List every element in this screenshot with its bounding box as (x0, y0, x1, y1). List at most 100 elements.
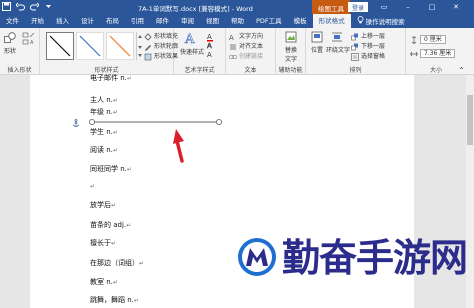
window-controls: ▭ – □ ✕ (372, 0, 468, 14)
width-icon (410, 50, 418, 58)
shape-gallery-icons[interactable]: A (22, 32, 36, 52)
send-backward-button[interactable]: 下移一层 (351, 41, 385, 51)
shape-width-field[interactable]: 7.36 厘米 (410, 48, 456, 58)
arrange-group-label: 排列 (349, 67, 362, 74)
doc-line-4: 学生 n.↵ (90, 127, 118, 137)
group-size: 0 厘米 7.36 厘米 大小 ^ (406, 28, 466, 75)
tab-insert[interactable]: 插入 (50, 14, 75, 28)
doc-line-7: ↵ (90, 182, 95, 190)
tab-review[interactable]: 审阅 (175, 14, 200, 28)
group-text: A 文字方向 对齐文本 创建链接 文本 (226, 28, 276, 75)
align-text-label: 对齐文本 (239, 43, 264, 50)
doc-line-1: 电子邮件 n.↵ (90, 73, 132, 83)
position-button[interactable]: 位置 (309, 31, 325, 54)
redo-icon[interactable] (30, 2, 40, 11)
alt-text-label-1: 替换 (284, 47, 297, 54)
paragraph-mark: ↵ (112, 109, 118, 116)
selection-pane-label: 选择窗格 (361, 53, 386, 60)
quick-styles-button[interactable]: A 快速样式 (180, 31, 205, 56)
alt-text-icon (285, 31, 297, 45)
doc-line-12-text: 教室 n. (90, 278, 113, 286)
bring-forward-button[interactable]: 上移一层 (351, 31, 385, 41)
style-thumb-1[interactable] (46, 32, 74, 60)
tab-shape-format[interactable]: 形状格式 (312, 14, 351, 28)
insert-shapes-group-label: 插入形状 (7, 67, 32, 74)
style-gallery-scroll[interactable] (136, 32, 142, 60)
customize-qat-icon[interactable] (44, 2, 53, 11)
text-fill-icons[interactable]: AAA (206, 32, 220, 59)
paragraph-mark: ↵ (126, 166, 132, 173)
quick-styles-label: 快速样式 (180, 49, 205, 56)
bring-forward-icon (351, 33, 359, 41)
minimize-icon[interactable]: – (396, 0, 420, 14)
tab-view[interactable]: 视图 (200, 14, 225, 28)
text-direction-button[interactable]: A 文字方向 (229, 31, 264, 42)
wrap-text-icon (331, 32, 343, 45)
tab-help[interactable]: 帮助 (225, 14, 250, 28)
size-group-label: 大小 (429, 67, 442, 74)
alt-text-button[interactable]: 替换 文字 (280, 31, 302, 63)
accessibility-group-label: 辅助功能 (278, 67, 303, 74)
doc-line-13-text: 跳舞，舞蹈 n. (90, 296, 134, 304)
collapse-ribbon-icon[interactable]: ^ (459, 67, 464, 74)
tab-home[interactable]: 开始 (25, 14, 50, 28)
ribbon-display-icon[interactable]: ▭ (372, 0, 396, 14)
tab-references[interactable]: 引用 (125, 14, 150, 28)
send-backward-icon (351, 43, 359, 51)
maximize-icon[interactable]: □ (420, 0, 444, 14)
create-link-button[interactable]: 创建链接 (229, 51, 263, 61)
shapes-button[interactable]: 形状 (3, 32, 17, 55)
shapes-icon (4, 32, 16, 46)
wordart-group-label: 艺术字样式 (184, 67, 215, 74)
shape-fill-button[interactable]: 形状填充 (144, 31, 178, 41)
svg-text:A: A (207, 33, 212, 41)
undo-icon[interactable] (15, 2, 25, 11)
login-button[interactable]: 登录 (348, 2, 369, 12)
doc-line-5: 阅读 n.↵ (90, 145, 118, 155)
tell-me-box[interactable]: 操作说明搜索 (357, 16, 405, 26)
svg-text:A: A (207, 42, 212, 50)
wordart-a-icon: A (183, 32, 197, 48)
pen-icon (144, 43, 152, 51)
wrap-text-label: 环绕文字 (326, 47, 351, 54)
tab-templates[interactable]: 模板 (288, 14, 313, 28)
doc-line-1-text: 电子邮件 n. (90, 74, 127, 82)
save-icon[interactable] (2, 2, 11, 11)
paragraph-mark: ↵ (111, 202, 117, 209)
vertical-scrollbar[interactable] (466, 75, 474, 308)
selected-line-shape[interactable] (88, 117, 224, 127)
tab-layout[interactable]: 布局 (100, 14, 125, 28)
tab-mailings[interactable]: 邮件 (150, 14, 175, 28)
group-insert-shapes: 形状 A 插入形状 (0, 28, 40, 75)
wrap-text-button[interactable]: 环绕文字 (326, 31, 351, 54)
group-arrange: 位置 环绕文字 上移一层 下移一层 选择窗格 排列 (306, 28, 406, 75)
text-direction-label: 文字方向 (239, 33, 264, 40)
style-thumb-2[interactable] (76, 32, 104, 60)
shape-width-value: 7.36 厘米 (420, 49, 456, 58)
align-text-button[interactable]: 对齐文本 (229, 41, 263, 51)
alt-text-label-2: 文字 (284, 56, 297, 63)
tab-design[interactable]: 设计 (75, 14, 100, 28)
paragraph-mark: ↵ (126, 222, 132, 229)
scrollbar-thumb[interactable] (467, 95, 473, 145)
shape-outline-button[interactable]: 形状轮廓 (144, 41, 178, 51)
paragraph-mark: ↵ (112, 147, 118, 154)
shape-height-field[interactable]: 0 厘米 (410, 34, 446, 44)
tab-pdf-tools[interactable]: PDF工具 (250, 14, 288, 28)
group-shape-styles: 形状填充 形状轮廓 形状效果 形状样式 (40, 28, 178, 75)
close-icon[interactable]: ✕ (444, 0, 468, 14)
context-tab-group-label: 绘图工具 (312, 0, 350, 14)
doc-line-9: 苗条的 adj.↵ (90, 220, 131, 230)
shape-effect-button[interactable]: 形状效果 (144, 51, 178, 61)
paragraph-mark: ↵ (112, 129, 118, 136)
svg-text:A: A (184, 32, 195, 45)
position-icon (311, 31, 323, 45)
style-thumb-3[interactable] (106, 32, 134, 60)
paragraph-mark: ↵ (126, 75, 132, 82)
paragraph-mark: ↵ (90, 183, 96, 190)
selection-pane-button[interactable]: 选择窗格 (351, 51, 385, 61)
tab-file[interactable]: 文件 (0, 14, 25, 28)
text-group-label: 文本 (244, 67, 257, 74)
watermark-text: 勤奋手游网 (282, 236, 468, 280)
lightbulb-icon (357, 16, 364, 26)
